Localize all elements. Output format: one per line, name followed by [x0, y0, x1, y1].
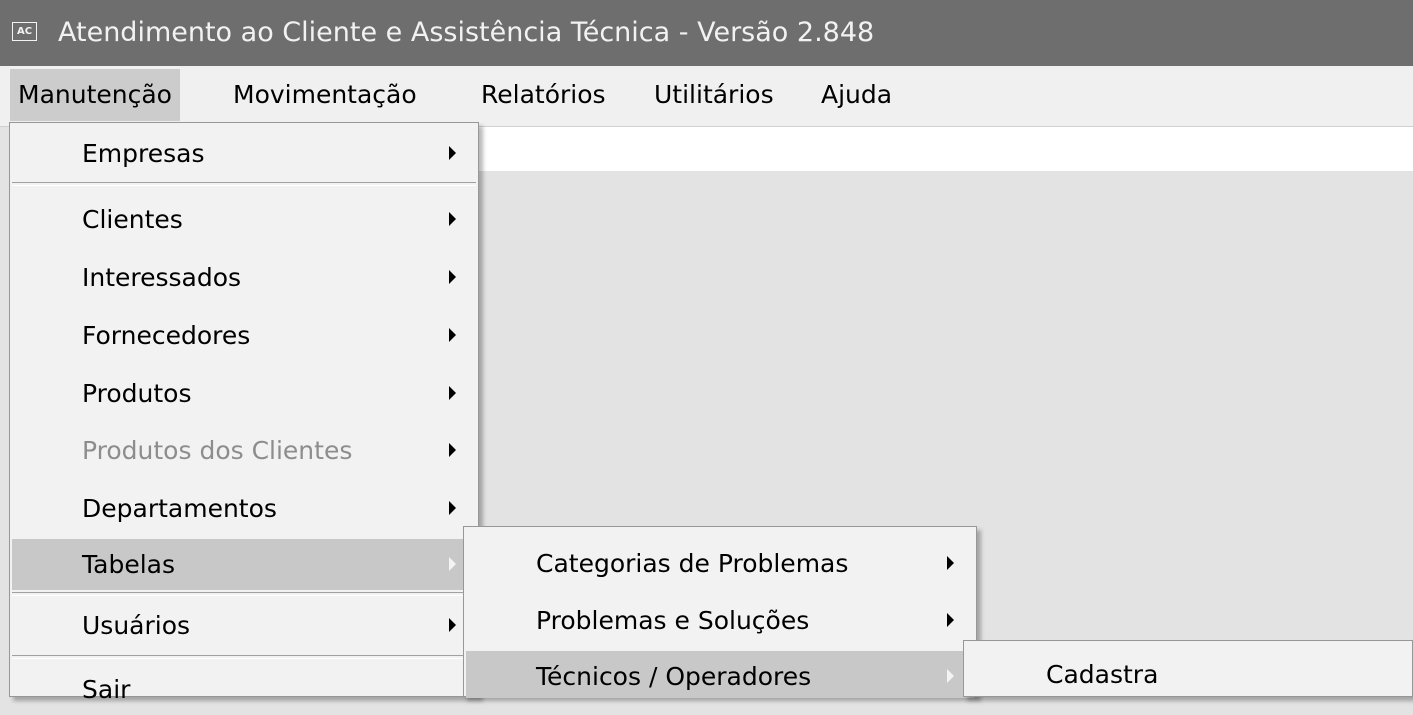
menu-item-sair[interactable]: Sair	[12, 664, 476, 715]
submenu-arrow-icon	[449, 557, 456, 571]
title-bar: AC Atendimento ao Cliente e Assistência …	[0, 0, 1413, 66]
tecnicos-operadores-submenu: Cadastra	[963, 640, 1413, 697]
menu-manutencao[interactable]: Manutenção	[10, 69, 180, 121]
menu-item-label: Clientes	[82, 205, 183, 234]
menu-movimentacao[interactable]: Movimentação	[225, 69, 425, 121]
menu-item-fornecedores[interactable]: Fornecedores	[12, 310, 476, 361]
submenu-arrow-icon	[449, 270, 456, 284]
submenu-arrow-icon	[449, 146, 456, 160]
menu-item-produtos[interactable]: Produtos	[12, 368, 476, 419]
submenu-arrow-icon	[947, 556, 954, 570]
menu-item-label: Tabelas	[82, 550, 175, 579]
menu-item-label: Usuários	[82, 611, 191, 640]
submenu-arrow-icon	[947, 613, 954, 627]
menu-item-tecnicos-operadores[interactable]: Técnicos / Operadores	[466, 651, 974, 698]
menu-item-label: Empresas	[82, 139, 205, 168]
menu-item-departamentos[interactable]: Departamentos	[12, 483, 476, 534]
submenu-arrow-icon	[947, 669, 954, 683]
manutencao-dropdown: Empresas Clientes Interessados Fornecedo…	[9, 122, 479, 704]
menu-item-label: Problemas e Soluções	[536, 606, 810, 635]
window-title: Atendimento ao Cliente e Assistência Téc…	[58, 17, 875, 48]
submenu-arrow-icon	[449, 386, 456, 400]
menu-item-problemas-e-solucoes[interactable]: Problemas e Soluções	[466, 595, 974, 646]
menu-utilitarios[interactable]: Utilitários	[646, 69, 782, 121]
menu-item-empresas[interactable]: Empresas	[12, 128, 476, 179]
menu-item-categorias-de-problemas[interactable]: Categorias de Problemas	[466, 538, 974, 589]
submenu-arrow-icon	[449, 618, 456, 632]
tabelas-submenu: Categorias de Problemas Problemas e Solu…	[463, 526, 977, 698]
menu-relatorios[interactable]: Relatórios	[473, 69, 614, 121]
menu-separator	[12, 182, 476, 186]
menu-item-label: Sair	[82, 675, 131, 704]
menu-item-label: Cadastra	[1046, 660, 1159, 689]
menu-item-tabelas[interactable]: Tabelas	[12, 539, 476, 590]
submenu-arrow-icon	[449, 212, 456, 226]
menu-item-label: Interessados	[82, 263, 242, 292]
menu-item-label: Fornecedores	[82, 321, 251, 350]
menu-item-clientes[interactable]: Clientes	[12, 194, 476, 245]
menu-item-interessados[interactable]: Interessados	[12, 252, 476, 303]
menu-separator	[12, 592, 476, 596]
workspace-strip	[478, 127, 1413, 171]
menu-item-cadastra[interactable]: Cadastra	[966, 649, 1410, 698]
menu-ajuda[interactable]: Ajuda	[813, 69, 900, 121]
menu-item-label: Produtos dos Clientes	[82, 436, 353, 465]
menu-separator	[12, 655, 476, 659]
menu-item-produtos-dos-clientes[interactable]: Produtos dos Clientes	[12, 425, 476, 476]
menu-item-usuarios[interactable]: Usuários	[12, 600, 476, 651]
submenu-arrow-icon	[449, 501, 456, 515]
menu-item-label: Departamentos	[82, 494, 277, 523]
submenu-arrow-icon	[449, 328, 456, 342]
submenu-arrow-icon	[449, 443, 456, 457]
menu-item-label: Técnicos / Operadores	[536, 662, 812, 691]
menu-item-label: Categorias de Problemas	[536, 549, 849, 578]
menu-bar: Manutenção Movimentação Relatórios Utili…	[0, 66, 1413, 127]
menu-item-label: Produtos	[82, 379, 192, 408]
app-icon: AC	[12, 22, 37, 41]
